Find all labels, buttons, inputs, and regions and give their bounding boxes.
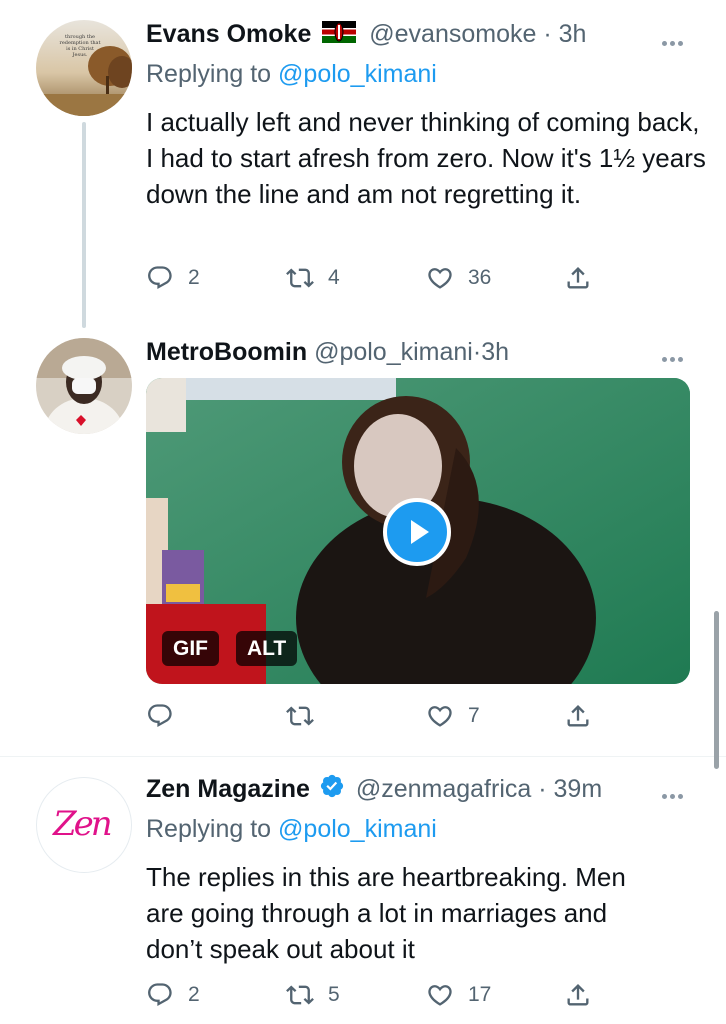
replying-prefix: Replying to — [146, 60, 279, 88]
tweet-text: The replies in this are heartbreaking. M… — [146, 862, 626, 964]
tweet-header: MetroBoomin @polo_kimani·3h — [146, 336, 509, 368]
retweet-button[interactable] — [286, 700, 314, 732]
like-count: 7 — [468, 704, 480, 727]
verified-badge-icon — [319, 773, 345, 807]
share-icon — [567, 705, 589, 727]
retweet-button[interactable]: 4 — [286, 262, 340, 294]
tweet-header: Evans Omoke @evansomoke · 3h — [146, 18, 586, 51]
reply-icon — [148, 266, 172, 290]
avatar-caption: through the redemption that is in Christ… — [59, 34, 101, 58]
share-button[interactable] — [564, 979, 592, 1011]
more-icon[interactable] — [662, 349, 686, 362]
display-name[interactable]: Zen Magazine — [146, 775, 310, 803]
reply-icon — [148, 704, 172, 728]
replying-to: Replying to @polo_kimani — [146, 58, 437, 90]
reply-button[interactable] — [146, 700, 174, 732]
tweet-header: Zen Magazine @zenmagafrica · 39m — [146, 773, 602, 807]
tweet-evans-omoke[interactable]: through the redemption that is in Christ… — [0, 0, 726, 328]
more-icon[interactable] — [662, 33, 686, 46]
user-handle[interactable]: @polo_kimani — [314, 338, 473, 366]
reply-icon — [148, 983, 172, 1007]
mention-link[interactable]: @polo_kimani — [278, 815, 437, 843]
share-button[interactable] — [564, 700, 592, 732]
heart-icon — [428, 706, 452, 727]
retweet-button[interactable]: 5 — [286, 979, 340, 1011]
like-count: 17 — [468, 983, 492, 1006]
retweet-icon — [286, 706, 314, 726]
play-icon[interactable] — [383, 498, 451, 566]
like-count: 36 — [468, 266, 492, 289]
user-handle[interactable]: @zenmagafrica — [356, 775, 531, 803]
zen-logo: Zen — [53, 804, 113, 844]
tweet-actions: 2 4 36 — [146, 262, 596, 294]
separator-dot: · — [538, 775, 547, 803]
reply-count: 2 — [188, 983, 200, 1006]
avatar-metroboomin[interactable] — [36, 338, 132, 434]
avatar-evans-omoke[interactable]: through the redemption that is in Christ… — [36, 20, 132, 116]
heart-icon — [428, 985, 452, 1006]
share-icon — [567, 267, 589, 289]
retweet-count: 4 — [328, 266, 340, 289]
like-button[interactable]: 36 — [426, 262, 491, 294]
like-button[interactable]: 17 — [426, 979, 491, 1011]
separator-dot: · — [543, 20, 552, 48]
avatar-zen-magazine[interactable]: Zen — [36, 777, 132, 873]
alt-text-button[interactable]: ALT — [236, 631, 298, 666]
tweet-actions: 7 — [146, 700, 596, 732]
share-button[interactable] — [564, 262, 592, 294]
share-icon — [567, 984, 589, 1006]
separator-dot: · — [472, 338, 482, 366]
replying-prefix: Replying to — [146, 815, 279, 843]
reply-button[interactable]: 2 — [146, 979, 200, 1011]
tweet-text: I actually left and never thinking of co… — [146, 107, 706, 209]
gif-badge: GIF — [162, 631, 219, 666]
replying-to: Replying to @polo_kimani — [146, 813, 437, 845]
kenya-flag-icon — [322, 19, 357, 51]
heart-icon — [428, 268, 452, 289]
timestamp[interactable]: 3h — [481, 338, 509, 366]
retweet-count: 5 — [328, 983, 340, 1006]
retweet-icon — [286, 985, 314, 1005]
display-name[interactable]: Evans Omoke — [146, 20, 311, 48]
thread-line — [82, 122, 86, 328]
scrollbar[interactable] — [714, 611, 719, 769]
timestamp[interactable]: 3h — [559, 20, 587, 48]
timestamp[interactable]: 39m — [554, 775, 603, 803]
display-name[interactable]: MetroBoomin — [146, 338, 307, 366]
mention-link[interactable]: @polo_kimani — [278, 60, 437, 88]
reply-count: 2 — [188, 266, 200, 289]
reply-button[interactable]: 2 — [146, 262, 200, 294]
tweet-actions: 2 5 17 — [146, 979, 596, 1011]
more-icon[interactable] — [662, 786, 686, 799]
retweet-icon — [286, 268, 314, 288]
user-handle[interactable]: @evansomoke — [369, 20, 536, 48]
like-button[interactable]: 7 — [426, 700, 480, 732]
tweet-zen-magazine[interactable]: Zen Zen Magazine @zenmagafrica · 39m Rep… — [0, 757, 726, 1024]
